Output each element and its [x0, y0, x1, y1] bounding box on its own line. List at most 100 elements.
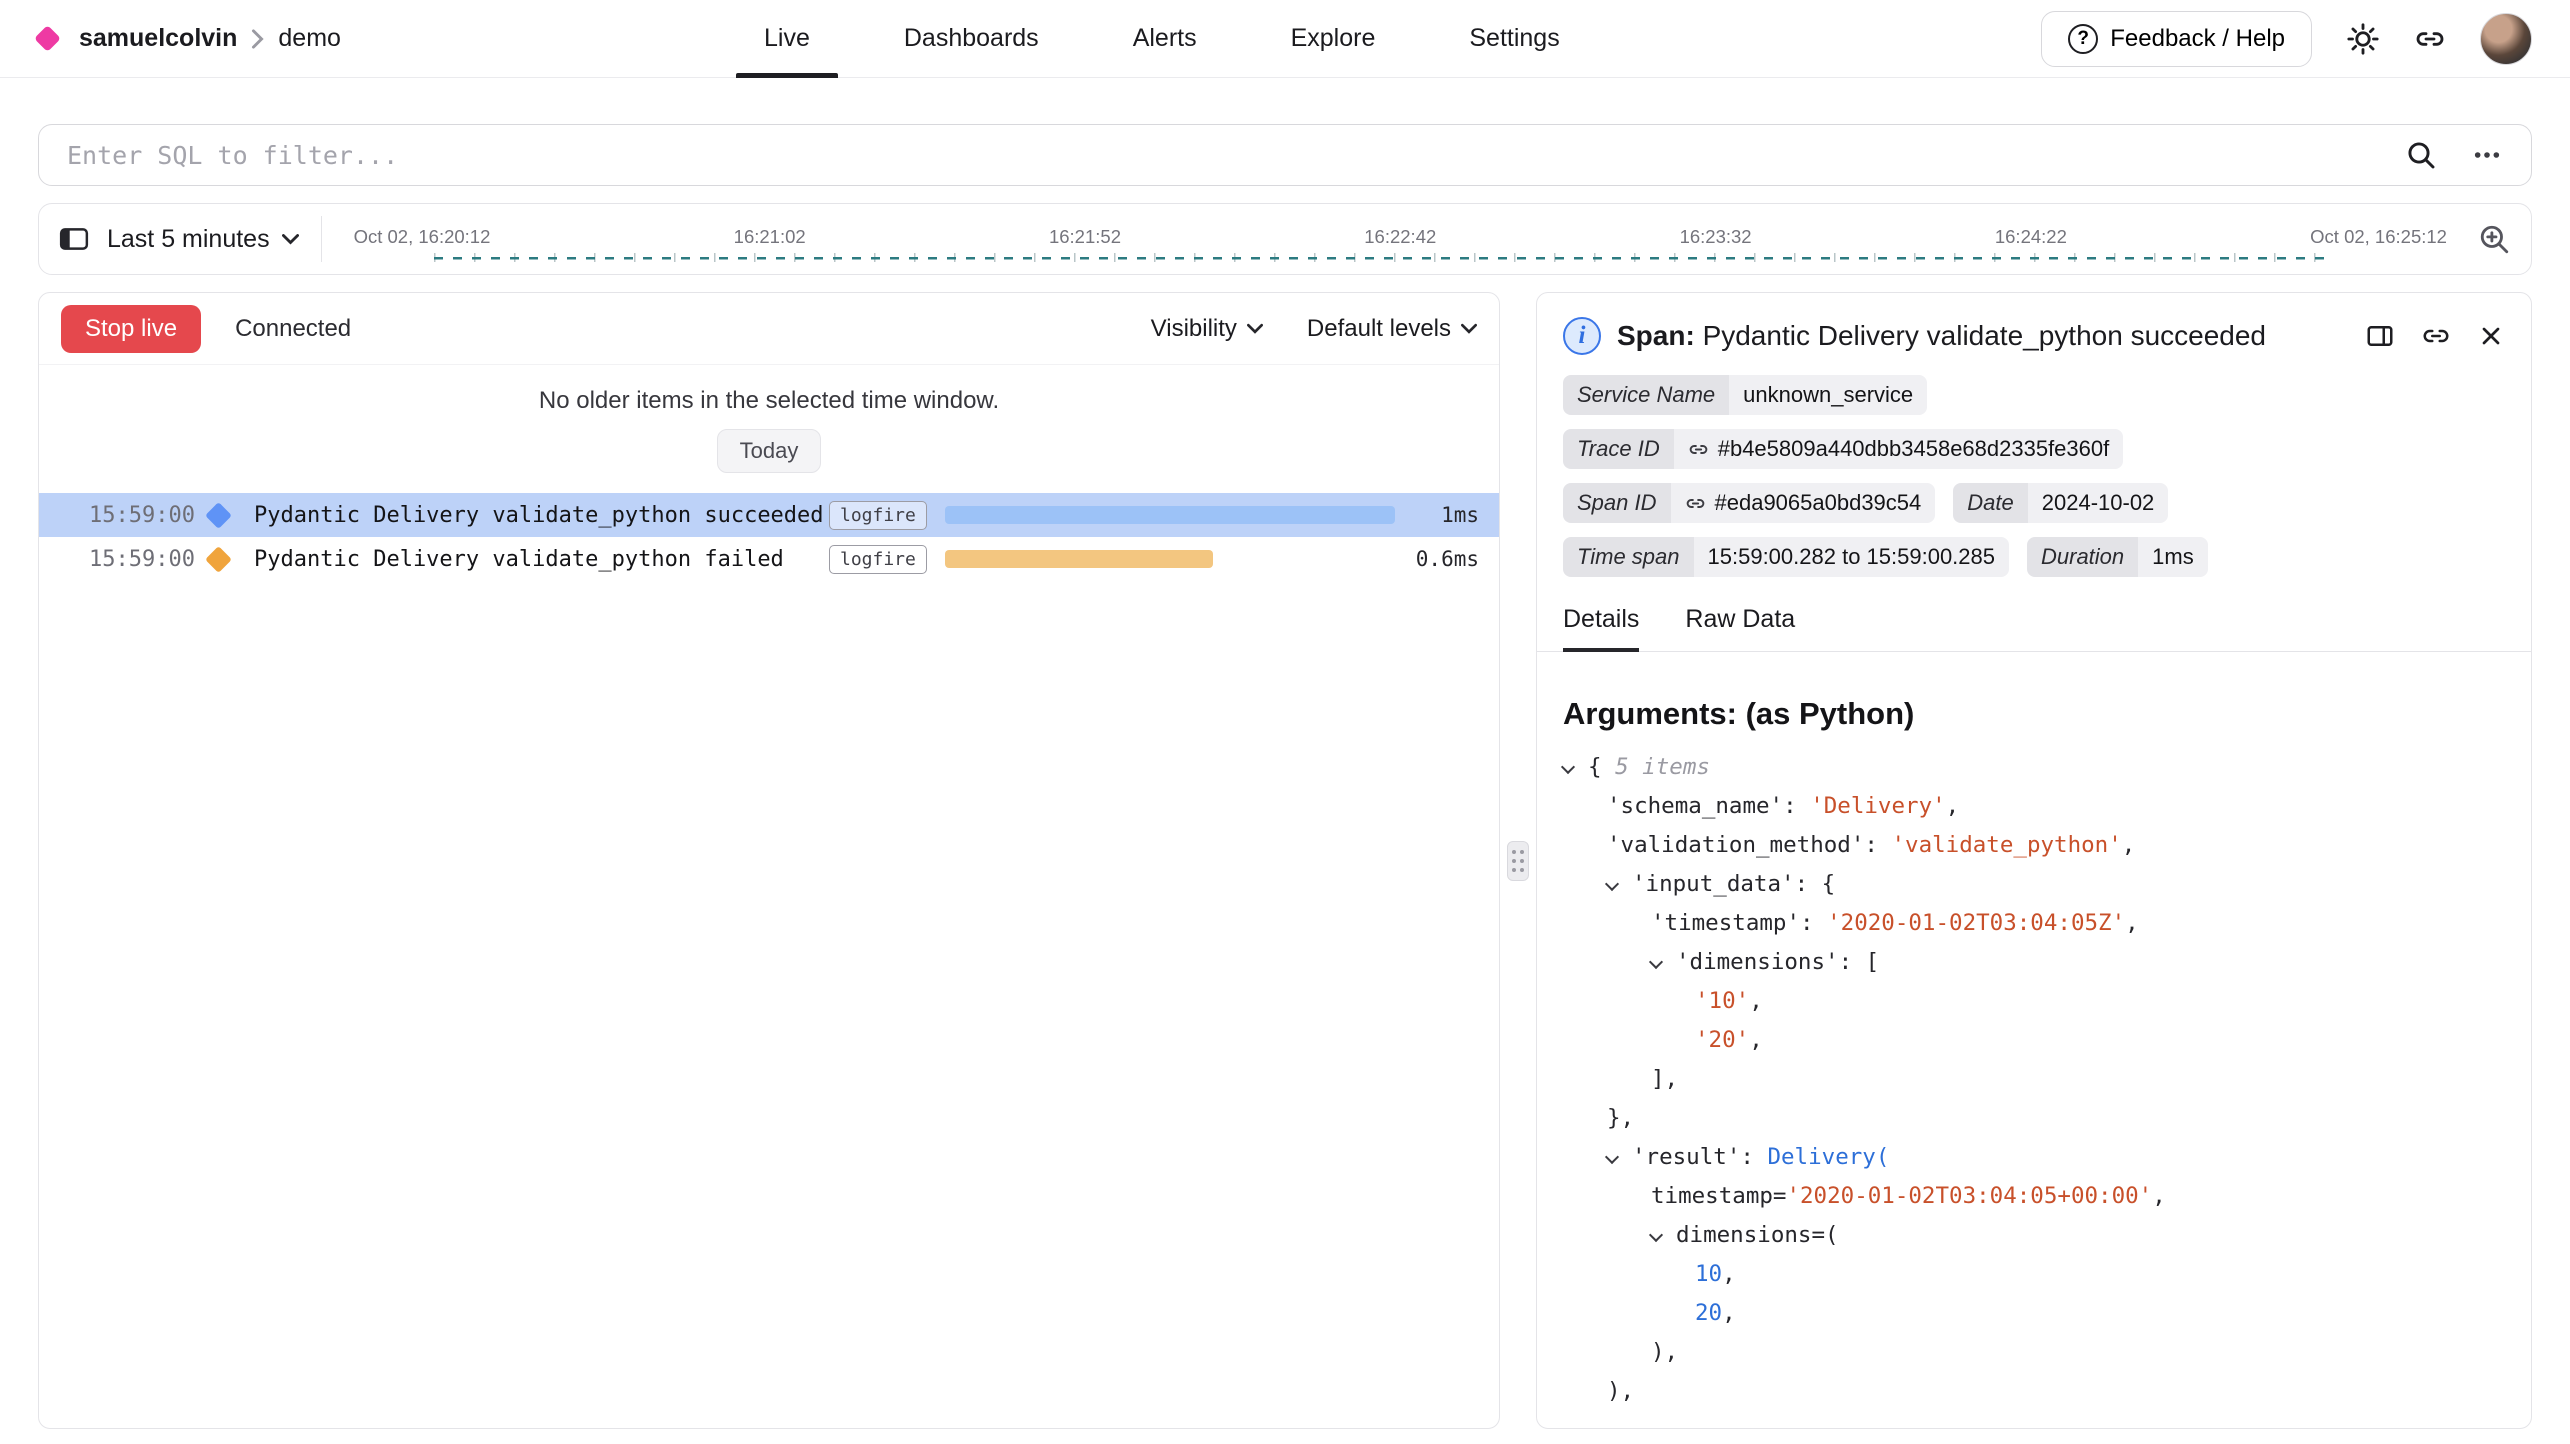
code-line: ],: [1563, 1060, 2505, 1099]
question-circle-icon: ?: [2068, 24, 2098, 54]
nav-tab[interactable]: Settings: [1441, 0, 1587, 77]
columns-icon: [2365, 321, 2395, 351]
timeline-ticks: Oct 02, 16:20:12 16:21:02 16:21:52 16:22…: [354, 226, 2447, 248]
panel-gap: [1500, 292, 1536, 1429]
duration-bar: [945, 506, 1395, 524]
code-line: 10,: [1563, 1255, 2505, 1294]
share-link-button[interactable]: [2414, 23, 2446, 55]
collapse-caret-icon[interactable]: [1649, 955, 1663, 969]
collapse-caret-icon[interactable]: [1605, 1150, 1619, 1164]
chevron-down-icon: [1461, 323, 1477, 334]
log-level-icon: [205, 546, 232, 573]
attr-label: Duration: [2027, 537, 2138, 577]
code-token: ,: [1722, 1261, 1736, 1287]
header-actions: ? Feedback / Help: [2041, 11, 2532, 67]
timeline-tick-label: 16:23:32: [1680, 226, 1752, 248]
code-token: 'result': [1632, 1144, 1740, 1170]
nav-tab[interactable]: Explore: [1263, 0, 1404, 77]
log-tag-badge[interactable]: logfire: [829, 545, 927, 574]
zoom-in-icon: [2477, 222, 2511, 256]
stop-live-button[interactable]: Stop live: [61, 305, 201, 353]
collapse-caret-icon[interactable]: [1561, 760, 1575, 774]
nav-tab[interactable]: Alerts: [1105, 0, 1225, 77]
log-rows: 15:59:00 Pydantic Delivery validate_pyth…: [39, 493, 1499, 581]
code-token: timestamp=: [1651, 1183, 1786, 1209]
span-detail-actions: [2365, 321, 2505, 351]
feedback-help-label: Feedback / Help: [2110, 25, 2285, 53]
duration-bar-track: [945, 550, 1383, 568]
attr-value[interactable]: #b4e5809a440dbb3458e68d2335fe360f: [1718, 436, 2110, 462]
nav-tab-label: Explore: [1291, 24, 1376, 53]
copy-span-link-button[interactable]: [2421, 321, 2451, 351]
attr-label: Trace ID: [1563, 429, 1674, 469]
feedback-help-button[interactable]: ? Feedback / Help: [2041, 11, 2312, 67]
breadcrumb-org[interactable]: samuelcolvin: [79, 24, 237, 53]
code-token: ,: [2152, 1183, 2166, 1209]
main-content: Stop live Connected Visibility Default l…: [38, 292, 2532, 1429]
code-token: 'validation_method': [1607, 832, 1864, 858]
nav-tab[interactable]: Dashboards: [876, 0, 1067, 77]
nav-tab-label: Dashboards: [904, 24, 1039, 53]
log-row[interactable]: 15:59:00 Pydantic Delivery validate_pyth…: [39, 493, 1499, 537]
link-icon[interactable]: [1688, 439, 1709, 460]
user-avatar[interactable]: [2480, 13, 2532, 65]
log-duration: 0.6ms: [1399, 547, 1479, 571]
panel-resize-handle[interactable]: [1507, 841, 1529, 881]
attr-label: Span ID: [1563, 483, 1671, 523]
collapse-caret-icon[interactable]: [1649, 1228, 1663, 1242]
connection-status: Connected: [235, 315, 351, 343]
code-token: 10: [1695, 1261, 1722, 1287]
sql-filter-input[interactable]: [67, 141, 2371, 170]
timeline-axis[interactable]: Oct 02, 16:20:12 16:21:02 16:21:52 16:22…: [344, 204, 2453, 274]
code-token: ,: [1749, 988, 1763, 1014]
code-line: dimensions=(: [1563, 1216, 2505, 1255]
default-levels-dropdown[interactable]: Default levels: [1307, 315, 1477, 343]
timeline-tick-label: 16:21:52: [1049, 226, 1121, 248]
visibility-dropdown[interactable]: Visibility: [1151, 315, 1263, 343]
panel-toggle-button[interactable]: [59, 225, 89, 253]
day-separator-badge[interactable]: Today: [717, 429, 822, 473]
span-attributes: Service Name unknown_service Trace ID #b…: [1537, 369, 2531, 577]
log-message: Pydantic Delivery validate_python failed: [254, 547, 829, 572]
code-token: 'input_data': [1632, 871, 1795, 897]
tab-raw-data[interactable]: Raw Data: [1685, 605, 1795, 652]
time-range-dropdown[interactable]: Last 5 minutes: [107, 225, 299, 254]
span-title: Span: Pydantic Delivery validate_python …: [1617, 320, 2266, 352]
code-token: ],: [1651, 1066, 1678, 1092]
code-line: timestamp='2020-01-02T03:04:05+00:00',: [1563, 1177, 2505, 1216]
search-icon[interactable]: [2405, 139, 2437, 171]
code-line: 'timestamp': '2020-01-02T03:04:05Z',: [1563, 904, 2505, 943]
logfire-logo-icon[interactable]: [34, 25, 61, 52]
attr-value: 15:59:00.282 to 15:59:00.285: [1694, 537, 2009, 577]
code-token: '20': [1695, 1027, 1749, 1053]
code-token: : {: [1795, 871, 1836, 897]
attr-value[interactable]: #eda9065a0bd39c54: [1715, 490, 1922, 516]
attr-span-id: Span ID #eda9065a0bd39c54: [1563, 483, 1935, 523]
code-token: :: [1783, 793, 1810, 819]
sql-filter-bar: [38, 124, 2532, 186]
visibility-label: Visibility: [1151, 315, 1237, 343]
timeline-tick-label: Oct 02, 16:25:12: [2310, 226, 2447, 248]
breadcrumb-project[interactable]: demo: [278, 24, 341, 53]
theme-toggle-button[interactable]: [2346, 22, 2380, 56]
open-as-table-button[interactable]: [2365, 321, 2395, 351]
close-detail-button[interactable]: [2477, 321, 2505, 351]
tab-details[interactable]: Details: [1563, 605, 1639, 652]
close-icon: [2477, 322, 2505, 350]
time-range-bar: Last 5 minutes Oct 02, 16:20:12 16:21:02…: [38, 203, 2532, 275]
attr-trace-id: Trace ID #b4e5809a440dbb3458e68d2335fe36…: [1563, 429, 2123, 469]
code-token: ,: [1722, 1300, 1736, 1326]
chevron-down-icon: [282, 233, 299, 245]
nav-tab-label: Live: [764, 24, 810, 53]
log-tag-badge[interactable]: logfire: [829, 501, 927, 530]
arguments-heading: Arguments: (as Python): [1563, 696, 2505, 732]
zoom-in-button[interactable]: [2477, 222, 2511, 256]
timeline-tick-label: 16:22:42: [1364, 226, 1436, 248]
code-line: 'result': Delivery(: [1563, 1138, 2505, 1177]
collapse-caret-icon[interactable]: [1605, 877, 1619, 891]
attr-value: 2024-10-02: [2028, 483, 2169, 523]
more-options-icon[interactable]: [2471, 139, 2503, 171]
link-icon[interactable]: [1685, 493, 1706, 514]
log-row[interactable]: 15:59:00 Pydantic Delivery validate_pyth…: [39, 537, 1499, 581]
nav-tab[interactable]: Live: [736, 0, 838, 77]
